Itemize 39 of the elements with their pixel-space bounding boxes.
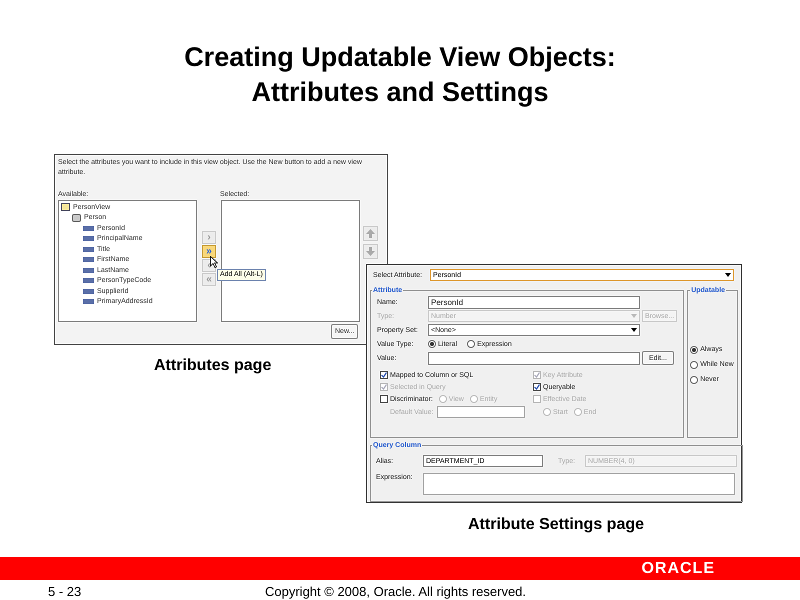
radio-button[interactable]: [690, 346, 698, 354]
view-icon: [61, 203, 70, 212]
arrow-up-icon: [366, 229, 375, 238]
attribute-icon: [83, 226, 94, 231]
entity-icon: [72, 214, 81, 222]
caption: Attributes page: [154, 356, 272, 376]
default-value-field[interactable]: [437, 406, 526, 418]
slide-title: Creating Updatable View Objects:: [184, 41, 616, 74]
dropdown-caret-icon: [631, 328, 637, 332]
slide-title: Attributes and Settings: [251, 76, 548, 109]
attribute-icon: [83, 236, 94, 242]
attribute-icon: [83, 278, 94, 284]
checkbox[interactable]: [380, 371, 388, 379]
mouse-pointer-icon: [210, 256, 218, 268]
attribute-icon: [83, 288, 94, 294]
dropdown-caret-icon: [631, 314, 637, 318]
move-up-button[interactable]: [363, 226, 378, 241]
radio-button[interactable]: [467, 340, 476, 348]
arrow-down-icon: [366, 247, 375, 256]
page-number: 5 - 23: [48, 584, 82, 600]
attribute-icon: [83, 299, 94, 304]
radio-button[interactable]: [690, 376, 698, 384]
value-field[interactable]: [428, 352, 640, 364]
checkbox[interactable]: [380, 395, 388, 403]
dropdown-caret-icon: [725, 273, 731, 277]
radio-button[interactable]: [428, 340, 436, 348]
caption: Attribute Settings page: [468, 515, 644, 535]
checkbox[interactable]: [533, 383, 541, 391]
move-down-button[interactable]: [363, 244, 378, 259]
expression-field[interactable]: [423, 473, 735, 495]
selected-list[interactable]: [221, 200, 360, 322]
attribute-icon: [83, 268, 94, 273]
attribute-icon: [83, 257, 94, 262]
attribute-icon: [83, 246, 94, 252]
logo: ORACLE: [641, 560, 715, 578]
shuttle-button[interactable]: »: [202, 245, 216, 258]
copyright: Copyright © 2008, Oracle. All rights reserved.: [265, 584, 526, 600]
name-field[interactable]: PersonId: [428, 296, 640, 308]
radio-button[interactable]: [690, 360, 698, 368]
